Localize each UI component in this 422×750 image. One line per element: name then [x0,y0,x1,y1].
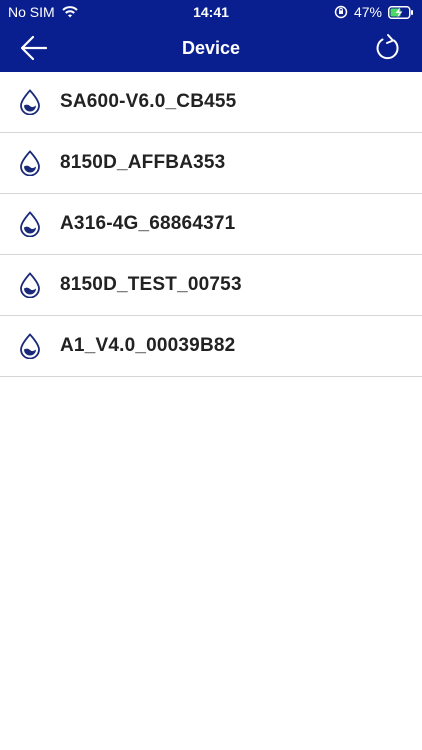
orientation-lock-icon [334,5,348,19]
refresh-icon [372,34,404,68]
device-name: A316-4G_68864371 [60,213,236,234]
status-bar: No SIM 14:41 47% [0,0,422,24]
device-name: 8150D_TEST_00753 [60,274,242,295]
water-drop-icon [0,150,60,176]
device-row[interactable]: SA600-V6.0_CB455 [0,72,422,133]
water-drop-icon [0,211,60,237]
device-row[interactable]: 8150D_AFFBA353 [0,133,422,194]
water-drop-icon [0,272,60,298]
page-title: Device [181,38,241,58]
device-name: SA600-V6.0_CB455 [60,91,237,112]
nav-bar: Device [0,24,422,72]
device-list: SA600-V6.0_CB455 8150D_AFFBA353 A316-4G_… [0,72,422,377]
device-name: 8150D_AFFBA353 [60,152,226,173]
device-name: A1_V4.0_00039B82 [60,335,236,356]
device-row[interactable]: 8150D_TEST_00753 [0,255,422,316]
device-row[interactable]: A316-4G_68864371 [0,194,422,255]
app-header: No SIM 14:41 47% Device [0,0,422,72]
battery-percent: 47% [353,4,382,20]
status-right: 47% [334,0,414,24]
water-drop-icon [0,89,60,115]
water-drop-icon [0,333,60,359]
battery-charging-icon [388,5,414,19]
refresh-button[interactable] [372,32,404,64]
device-row[interactable]: A1_V4.0_00039B82 [0,316,422,377]
